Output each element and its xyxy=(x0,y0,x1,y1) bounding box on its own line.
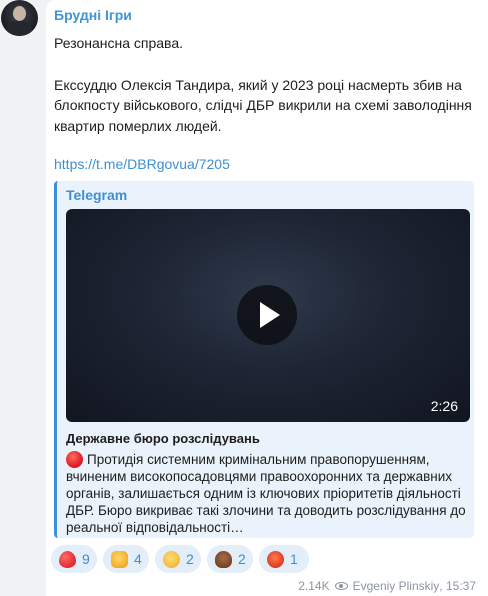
reaction-grin[interactable]: 2 xyxy=(155,545,201,573)
preview-description: Протидія системним кримінальним правопор… xyxy=(66,451,470,536)
message-paragraph: Резонансна справа. xyxy=(54,35,184,51)
reaction-angry[interactable]: 1 xyxy=(259,545,309,573)
avatar-head xyxy=(13,6,26,21)
post-author: Evgeniy Plinskiy xyxy=(352,578,440,593)
message-text: Резонансна справа. Екссуддю Олексія Танд… xyxy=(54,33,478,136)
message-paragraph: Екссуддю Олексія Тандира, який у 2023 ро… xyxy=(54,76,472,134)
eye-icon xyxy=(334,581,348,590)
reaction-count: 2 xyxy=(186,551,194,567)
reaction-count: 2 xyxy=(238,551,246,567)
post-time: 15:37 xyxy=(445,578,476,593)
preview-video[interactable]: 2:26 xyxy=(66,209,470,422)
red-circle-icon xyxy=(66,451,83,468)
reaction-thumbs-up[interactable]: 4 xyxy=(103,545,149,573)
reaction-count: 1 xyxy=(290,551,298,567)
thumbs-up-icon xyxy=(111,551,128,568)
reaction-poo[interactable]: 2 xyxy=(207,545,253,573)
avatar-body xyxy=(7,21,32,36)
grinning-face-icon xyxy=(163,551,180,568)
preview-description-text: Протидія системним кримінальним правопор… xyxy=(66,452,466,535)
preview-site-name: Telegram xyxy=(66,187,128,203)
pile-of-poo-icon xyxy=(215,551,232,568)
meta-separator: , xyxy=(439,578,446,593)
reaction-count: 4 xyxy=(134,551,142,567)
channel-name[interactable]: Брудні Ігри xyxy=(54,7,132,23)
reaction-heart[interactable]: 9 xyxy=(51,545,97,573)
link-preview[interactable]: Telegram 2:26 Державне бюро розслідувань… xyxy=(54,181,474,538)
play-icon[interactable] xyxy=(237,285,297,345)
red-heart-icon xyxy=(59,551,76,568)
channel-avatar[interactable] xyxy=(1,0,38,36)
view-count: 2.14K xyxy=(298,578,330,593)
message-bubble: Брудні Ігри Резонансна справа. Екссуддю … xyxy=(46,0,488,596)
message-link[interactable]: https://t.me/DBRgovua/7205 xyxy=(54,156,230,172)
reaction-count: 9 xyxy=(82,551,90,567)
angry-face-icon xyxy=(267,551,284,568)
preview-title: Державне бюро розслідувань xyxy=(66,431,260,446)
video-duration: 2:26 xyxy=(430,398,458,414)
message-meta: 2.14K Evgeniy Plinskiy, 15:37 xyxy=(46,578,476,593)
